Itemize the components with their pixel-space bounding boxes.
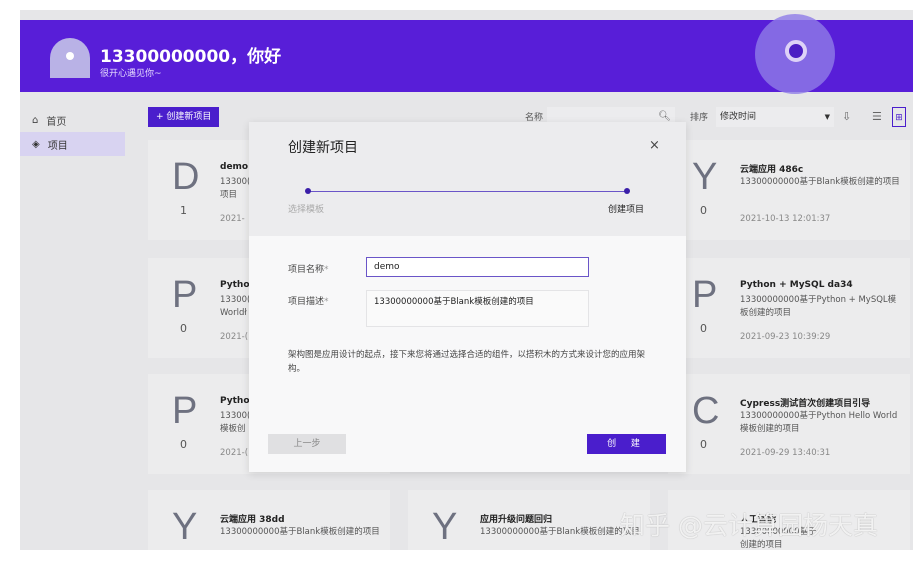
project-date: 2021-09-23 10:39:29 xyxy=(740,332,831,342)
dialog-note: 架构图是应用设计的起点，接下来您将通过选择合适的组件，以搭积木的方式来设计您的应… xyxy=(288,350,646,374)
project-letter: P xyxy=(692,274,718,316)
project-card[interactable]: Y 应用升级问题回归 13300000000基于Blank模板创建的项目 xyxy=(408,490,650,550)
chevron-down-icon: ▼ xyxy=(824,113,830,121)
sort-order-icon[interactable]: ⇩ xyxy=(842,107,851,127)
project-letter: Y xyxy=(692,156,718,198)
project-desc: 13300000000基于Blank模板创建的项目 xyxy=(740,177,900,187)
greeting-subtitle: 很开心遇见你~ xyxy=(100,69,162,79)
project-count: 0 xyxy=(180,438,187,451)
step-progress-line xyxy=(307,191,627,192)
project-card[interactable]: P 0 Python + MySQL da34 13300000000基于Python… xyxy=(668,258,910,358)
sidebar-item-home[interactable]: ⌂ 首页 xyxy=(20,108,125,132)
project-card[interactable]: Y 0 云端应用 486c 13300000000基于Blank模板创建的项目 2021… xyxy=(668,140,910,240)
project-desc-textarea[interactable]: 13300000000基于Blank模板创建的项目 xyxy=(366,290,589,327)
project-desc: 13300000000基于Blank模板创建的项目 xyxy=(220,527,380,537)
welcome-banner: 13300000000，你好 很开心遇见你~ xyxy=(20,14,913,94)
project-card[interactable]: Y 云端应用 38dd 13300000000基于Blank模板创建的项目 xyxy=(148,490,390,550)
project-card[interactable]: C 0 Cypress测试首次创建项目引导 13300000000基于Python H… xyxy=(668,374,910,474)
project-letter: P xyxy=(172,274,198,316)
grid-view-icon[interactable]: ⊞ xyxy=(892,107,906,127)
home-icon: ⌂ xyxy=(32,114,39,126)
layers-icon: ◈ xyxy=(32,138,40,150)
sidebar-item-projects[interactable]: ◈ 项目 xyxy=(20,132,125,156)
close-icon[interactable]: × xyxy=(649,138,660,153)
project-count: 0 xyxy=(700,322,707,335)
step-dot-2 xyxy=(624,188,630,194)
project-letter: Y xyxy=(172,506,198,548)
project-letter: P xyxy=(172,390,198,432)
sidebar: ⌂ 首页 ◈ 项目 xyxy=(20,108,125,156)
project-title: Python + MySQL da34 xyxy=(740,280,853,290)
greeting: 13300000000，你好 xyxy=(100,47,282,67)
step-select-template[interactable]: 选择模板 xyxy=(288,202,324,215)
project-desc: 13300000000基于Python + MySQL模板创建的项目 xyxy=(740,295,897,318)
project-date: 2021-( xyxy=(220,448,249,458)
project-name-label: 项目名称* xyxy=(288,265,329,275)
project-date: 2021-( xyxy=(220,332,249,342)
sort-label: 排序 xyxy=(690,113,709,123)
project-count: 1 xyxy=(180,204,187,217)
search-icon: 🔍︎ xyxy=(658,111,671,122)
project-letter: D xyxy=(172,156,200,198)
project-count: 0 xyxy=(700,438,707,451)
project-desc: 13300000000基于Blank模板创建的项目 xyxy=(480,527,640,537)
mascot-illustration xyxy=(755,14,835,94)
project-count: 0 xyxy=(180,322,187,335)
watermark: 知乎 @云计算园杨天真 xyxy=(620,511,878,540)
project-title: 云端应用 486c xyxy=(740,165,804,175)
step-create-project: 创建项目 xyxy=(608,205,645,215)
project-desc-label: 项目描述* xyxy=(288,297,329,307)
create-button[interactable]: 创 建 xyxy=(587,434,666,454)
step-dot-1 xyxy=(305,188,311,194)
project-date: 2021-09-29 13:40:31 xyxy=(740,448,831,458)
project-letter: Y xyxy=(432,506,458,548)
project-date: 2021- xyxy=(220,214,245,224)
project-desc: 13300000000基于Python Hello World模板创建的项目 xyxy=(740,411,898,434)
project-title: Cypress测试首次创建项目引导 xyxy=(740,399,871,409)
project-name-input[interactable]: demo xyxy=(366,257,589,277)
project-count: 0 xyxy=(700,204,707,217)
project-title: 应用升级问题回归 xyxy=(480,515,553,525)
avatar[interactable] xyxy=(50,38,90,78)
dialog-header: 创建新项目 × 选择模板 创建项目 xyxy=(249,122,686,236)
project-title: 云端应用 38dd xyxy=(220,515,285,525)
create-project-dialog: 创建新项目 × 选择模板 创建项目 项目名称* demo 项目描述* 13300… xyxy=(249,122,686,472)
project-date: 2021-10-13 12:01:37 xyxy=(740,214,831,224)
dialog-title: 创建新项目 xyxy=(288,140,358,156)
project-letter: C xyxy=(692,390,720,432)
create-project-button[interactable]: + 创建新项目 xyxy=(148,107,220,127)
previous-step-button[interactable]: 上一步 xyxy=(268,434,346,454)
sort-select[interactable]: 修改时间 ▼ xyxy=(716,107,834,127)
list-view-icon[interactable]: ☰ xyxy=(872,107,882,127)
